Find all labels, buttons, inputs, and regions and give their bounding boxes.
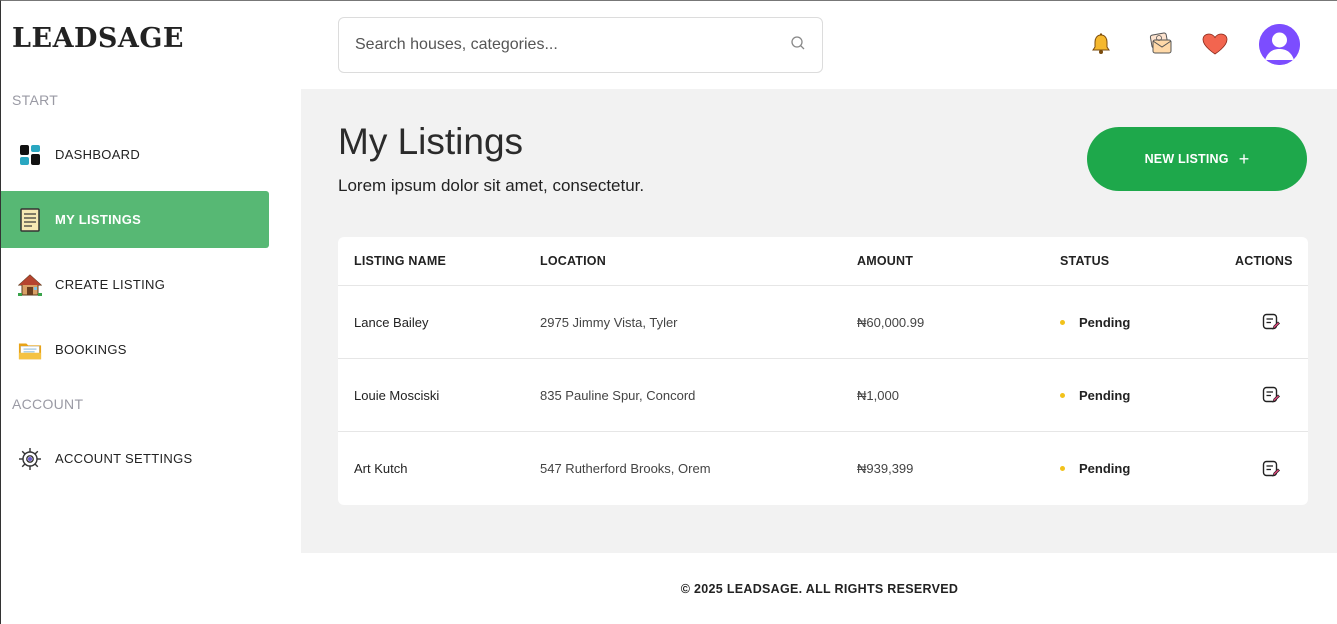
listing-amount: ₦939,399 [857, 461, 914, 476]
column-header-location[interactable]: LOCATION [540, 254, 606, 268]
column-header-amount[interactable]: AMOUNT [857, 254, 913, 268]
listing-name: Louie Mosciski [354, 387, 440, 403]
table-row[interactable]: Louie Mosciski 835 Pauline Spur, Concord… [338, 359, 1308, 432]
search-icon[interactable] [790, 35, 806, 56]
avatar[interactable] [1259, 24, 1300, 65]
bell-icon[interactable] [1086, 29, 1116, 59]
sidebar-item-create-listing[interactable]: CREATE LISTING [1, 256, 269, 313]
top-header [301, 1, 1337, 89]
plus-icon: + [1238, 149, 1250, 169]
status-text: Pending [1079, 387, 1131, 403]
sidebar-item-dashboard[interactable]: DASHBOARD [1, 126, 269, 183]
heart-icon[interactable] [1200, 29, 1230, 59]
status-text: Pending [1079, 314, 1131, 330]
status-dot [1060, 319, 1065, 325]
listings-icon [18, 207, 42, 232]
sidebar-item-label: CREATE LISTING [55, 277, 166, 292]
table-header-row: LISTING NAME LOCATION AMOUNT STATUS ACTI… [338, 237, 1308, 286]
status-text: Pending [1079, 461, 1131, 476]
footer: © 2025 LEADSAGE. ALL RIGHTS RESERVED [301, 553, 1337, 624]
folder-icon [18, 338, 42, 362]
search-input[interactable] [355, 36, 790, 54]
status-badge: Pending [1060, 315, 1130, 330]
listing-location: 835 Pauline Spur, Concord [540, 387, 696, 403]
sidebar-item-label: MY LISTINGS [55, 212, 142, 227]
gear-icon [18, 447, 42, 471]
listing-location: 2975 Jimmy Vista, Tyler [540, 314, 678, 330]
new-listing-label: NEW LISTING [1144, 152, 1229, 166]
house-icon [18, 273, 42, 297]
sidebar-item-bookings[interactable]: BOOKINGS [1, 321, 269, 378]
sidebar-item-label: DASHBOARD [55, 147, 141, 162]
listing-name: Art Kutch [354, 461, 408, 476]
sidebar: LEADSAGE START DASHBOARD MY LISTINGS CRE… [1, 1, 301, 624]
listing-name: Lance Bailey [354, 314, 429, 330]
page-title: My Listings [338, 121, 524, 162]
status-dot [1060, 392, 1065, 398]
listing-amount: ₦1,000 [857, 387, 899, 403]
sidebar-item-account-settings[interactable]: ACCOUNT SETTINGS [1, 430, 269, 487]
new-listing-button[interactable]: NEW LISTING + [1087, 127, 1307, 191]
listing-location: 547 Rutherford Brooks, Orem [540, 461, 711, 476]
edit-icon[interactable] [1260, 384, 1282, 406]
page-subtitle: Lorem ipsum dolor sit amet, consectetur. [338, 176, 645, 195]
messages-icon[interactable] [1145, 29, 1175, 59]
edit-icon[interactable] [1260, 458, 1282, 480]
logo[interactable]: LEADSAGE [12, 23, 184, 54]
footer-copyright: © 2025 LEADSAGE. ALL RIGHTS RESERVED [680, 582, 959, 596]
edit-icon[interactable] [1260, 311, 1282, 333]
status-badge: Pending [1060, 461, 1130, 476]
status-dot [1060, 466, 1065, 471]
column-header-name[interactable]: LISTING NAME [354, 254, 446, 268]
section-label-account: ACCOUNT [12, 396, 84, 412]
status-badge: Pending [1060, 388, 1130, 403]
sidebar-item-label: ACCOUNT SETTINGS [55, 451, 193, 466]
table-row[interactable]: Lance Bailey 2975 Jimmy Vista, Tyler ₦60… [338, 286, 1308, 359]
column-header-actions: ACTIONS [1235, 254, 1293, 268]
sidebar-item-label: BOOKINGS [55, 342, 127, 357]
section-label-start: START [12, 92, 59, 108]
column-header-status[interactable]: STATUS [1060, 254, 1109, 268]
search-bar [338, 17, 823, 73]
sidebar-item-my-listings[interactable]: MY LISTINGS [1, 191, 269, 248]
app-frame: LEADSAGE START DASHBOARD MY LISTINGS CRE… [0, 0, 1337, 624]
listings-table: LISTING NAME LOCATION AMOUNT STATUS ACTI… [338, 237, 1308, 505]
listing-amount: ₦60,000.99 [857, 314, 925, 330]
dashboard-icon [18, 143, 42, 167]
main-content: My Listings Lorem ipsum dolor sit amet, … [301, 89, 1337, 553]
table-row[interactable]: Art Kutch 547 Rutherford Brooks, Orem ₦9… [338, 432, 1308, 505]
